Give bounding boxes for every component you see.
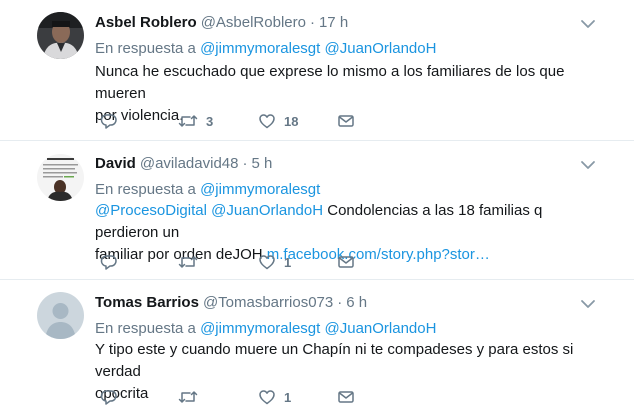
separator-dot: ·	[309, 14, 315, 31]
separator-dot: ·	[337, 294, 343, 311]
chevron-down-icon[interactable]	[580, 158, 596, 170]
retweet-icon	[178, 391, 198, 403]
mention-link[interactable]: @jimmymoralesgt	[200, 40, 320, 57]
mention-link[interactable]: @JuanOrlandoH	[325, 320, 437, 337]
reply-button[interactable]	[100, 111, 118, 131]
tweet-actions: 1	[95, 252, 595, 272]
tweet-text-line: Nunca he escuchado que exprese lo mismo …	[95, 63, 565, 102]
envelope-icon	[338, 391, 354, 403]
author-name[interactable]: Tomas Barrios	[95, 294, 199, 311]
mention-link[interactable]: @jimmymoralesgt	[200, 320, 320, 337]
like-button[interactable]: 1	[258, 387, 291, 407]
reply-icon	[100, 114, 117, 129]
avatar[interactable]	[37, 12, 84, 59]
reply-prefix: En respuesta a	[95, 40, 196, 57]
reply-prefix: En respuesta a	[95, 320, 196, 337]
retweet-button[interactable]	[178, 252, 206, 272]
retweet-count: 3	[206, 113, 214, 129]
author-handle[interactable]: @AsbelRoblero	[201, 14, 306, 31]
reply-icon	[100, 255, 117, 270]
tweet-header: Asbel Roblero @AsbelRoblero · 17 h	[95, 13, 348, 33]
like-count: 1	[284, 389, 292, 405]
reply-button[interactable]	[100, 387, 118, 407]
author-handle[interactable]: @Tomasbarrios073	[203, 294, 333, 311]
tweet-text-line: @ProcesoDigital @JuanOrlandoH Condolenci…	[95, 200, 595, 244]
direct-message-button[interactable]	[337, 387, 355, 407]
reply-context: En respuesta a @jimmymoralesgt	[95, 180, 320, 200]
heart-icon	[259, 114, 275, 129]
heart-icon	[259, 390, 275, 405]
tweet[interactable]: Tomas Barrios @Tomasbarrios073 · 6 h En res…	[0, 280, 634, 411]
mention-link[interactable]: @JuanOrlandoH	[211, 202, 323, 219]
like-count: 1	[284, 254, 292, 270]
envelope-icon	[338, 256, 354, 268]
like-count: 18	[284, 113, 299, 129]
retweet-icon	[178, 256, 198, 268]
retweet-button[interactable]	[178, 387, 206, 407]
tweet-text-line: Y tipo este y cuando muere un Chapín ni …	[95, 341, 574, 380]
author-handle[interactable]: @aviladavid48	[140, 155, 239, 172]
author-name[interactable]: Asbel Roblero	[95, 14, 197, 31]
author-name[interactable]: David	[95, 155, 136, 172]
reply-context: En respuesta a @jimmymoralesgt @JuanOrla…	[95, 39, 436, 59]
chevron-down-icon[interactable]	[580, 17, 596, 29]
reply-icon	[100, 390, 117, 405]
retweet-icon	[178, 115, 198, 127]
tweet-actions: 3 18	[95, 111, 595, 131]
direct-message-button[interactable]	[337, 252, 355, 272]
chevron-down-icon[interactable]	[580, 297, 596, 309]
tweet-actions: 1	[95, 387, 595, 407]
mention-link[interactable]: @JuanOrlandoH	[325, 40, 437, 57]
tweet[interactable]: Asbel Roblero @AsbelRoblero · 17 h En respu…	[0, 0, 634, 141]
like-button[interactable]: 1	[258, 252, 291, 272]
tweet[interactable]: David @aviladavid48 · 5 h En respuesta a @j…	[0, 141, 634, 280]
reply-button[interactable]	[100, 252, 118, 272]
reply-context: En respuesta a @jimmymoralesgt @JuanOrla…	[95, 319, 436, 339]
avatar[interactable]	[37, 154, 84, 201]
envelope-icon	[338, 115, 354, 127]
mention-link[interactable]: @ProcesoDigital	[95, 202, 207, 219]
separator-dot: ·	[242, 155, 248, 172]
like-button[interactable]: 18	[258, 111, 298, 131]
heart-icon	[259, 255, 275, 270]
avatar[interactable]	[37, 292, 84, 339]
tweet-header: Tomas Barrios @Tomasbarrios073 · 6 h	[95, 293, 367, 313]
mention-link[interactable]: @jimmymoralesgt	[200, 181, 320, 198]
timestamp[interactable]: 17 h	[319, 14, 348, 31]
timestamp[interactable]: 5 h	[251, 155, 272, 172]
tweet-header: David @aviladavid48 · 5 h	[95, 154, 272, 174]
reply-prefix: En respuesta a	[95, 181, 196, 198]
retweet-button[interactable]: 3	[178, 111, 213, 131]
direct-message-button[interactable]	[337, 111, 355, 131]
timestamp[interactable]: 6 h	[346, 294, 367, 311]
